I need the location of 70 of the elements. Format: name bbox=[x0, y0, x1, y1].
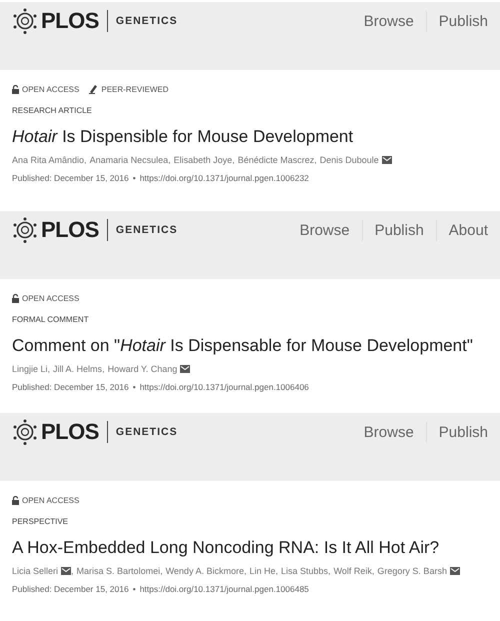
author-link[interactable]: Lin He bbox=[249, 566, 276, 576]
journal-name: GENETICS bbox=[116, 426, 178, 438]
logo-text: PLOS bbox=[41, 419, 99, 445]
separator: , bbox=[48, 364, 50, 374]
badge-label: OPEN ACCESS bbox=[22, 294, 80, 302]
envelope-icon bbox=[450, 567, 460, 575]
author-link[interactable]: Wolf Reik bbox=[334, 566, 372, 576]
separator: , bbox=[84, 155, 87, 165]
doi-link[interactable]: https://doi.org/10.1371/journal.pgen.1006406 bbox=[140, 382, 309, 392]
author-link[interactable]: Anamaria Necsulea bbox=[90, 155, 168, 165]
nav-link[interactable]: About bbox=[436, 220, 500, 240]
bullet: • bbox=[132, 584, 136, 594]
author-link[interactable]: Bénédicte Mascrez bbox=[238, 155, 314, 165]
article-type: FORMAL COMMENT bbox=[12, 315, 90, 324]
separator: , bbox=[102, 364, 105, 374]
logo-text: PLOS bbox=[41, 8, 99, 34]
envelope-icon bbox=[382, 156, 392, 164]
lock-icon bbox=[12, 496, 19, 504]
separator: , bbox=[232, 155, 235, 165]
logo-text: PLOS bbox=[41, 217, 99, 243]
separator: , bbox=[244, 566, 246, 576]
author-link[interactable]: Gregory S. Barsh bbox=[377, 566, 447, 576]
author-link[interactable]: Elisabeth Joye bbox=[174, 155, 232, 165]
publish-date: Published: December 15, 2016 bbox=[12, 173, 129, 183]
author-link[interactable]: Jill A. Helms bbox=[53, 364, 102, 374]
envelope-icon bbox=[180, 365, 190, 373]
article-title: Comment on "Hotair Is Dispensable for Mouse Development" bbox=[12, 336, 474, 356]
envelope-icon bbox=[61, 567, 72, 575]
doi-link[interactable]: https://doi.org/10.1371/journal.pgen.1006232 bbox=[140, 173, 309, 183]
author-link[interactable]: Wendy A. Bickmore bbox=[166, 566, 244, 576]
publish-date: Published: December 15, 2016 bbox=[12, 382, 129, 392]
separator: , bbox=[372, 566, 374, 576]
nav-link[interactable]: Browse bbox=[352, 10, 426, 32]
pen-icon bbox=[89, 84, 98, 94]
bullet: • bbox=[132, 382, 136, 392]
author-link[interactable]: Lisa Stubbs bbox=[281, 566, 328, 576]
separator: , bbox=[328, 566, 331, 576]
author-link[interactable]: Licia Selleri bbox=[12, 566, 58, 576]
doi-link[interactable]: https://doi.org/10.1371/journal.pgen.1006485 bbox=[140, 584, 309, 594]
badge-label: PEER-REVIEWED bbox=[101, 84, 168, 94]
lock-icon bbox=[12, 294, 19, 302]
author-link[interactable]: Lingjie Li bbox=[12, 364, 48, 374]
lock-icon bbox=[12, 84, 19, 94]
journal-name: GENETICS bbox=[116, 15, 178, 27]
journal-name: GENETICS bbox=[116, 224, 178, 236]
logo-icon bbox=[12, 8, 38, 34]
author-link[interactable]: Ana Rita Amândio bbox=[12, 155, 84, 165]
article-type: PERSPECTIVE bbox=[12, 517, 70, 526]
bullet: • bbox=[132, 173, 136, 183]
nav-link[interactable]: Publish bbox=[426, 10, 500, 32]
separator: , bbox=[168, 155, 171, 165]
logo-icon bbox=[12, 217, 38, 243]
badge-label: OPEN ACCESS bbox=[22, 84, 80, 94]
publish-date: Published: December 15, 2016 bbox=[12, 584, 129, 594]
nav-link[interactable]: Browse bbox=[288, 220, 362, 240]
article-type: RESEARCH ARTICLE bbox=[12, 106, 93, 115]
nav-link[interactable]: Browse bbox=[352, 422, 426, 442]
separator: , bbox=[276, 566, 278, 576]
author-link[interactable]: Marisa S. Bartolomei bbox=[76, 566, 160, 576]
separator: , bbox=[160, 566, 163, 576]
article-title: Hotair Is Dispensible for Mouse Development bbox=[12, 127, 354, 147]
nav-link[interactable]: Publish bbox=[362, 220, 436, 240]
author-link[interactable]: Denis Duboule bbox=[320, 155, 379, 165]
article-title: A Hox-Embedded Long Noncoding RNA: Is It All Hot Air? bbox=[12, 538, 440, 558]
logo-icon bbox=[12, 419, 38, 445]
nav-link[interactable]: Publish bbox=[426, 422, 500, 442]
separator: , bbox=[314, 155, 317, 165]
separator: , bbox=[71, 566, 74, 576]
author-link[interactable]: Howard Y. Chang bbox=[108, 364, 178, 374]
badge-label: OPEN ACCESS bbox=[22, 496, 80, 504]
